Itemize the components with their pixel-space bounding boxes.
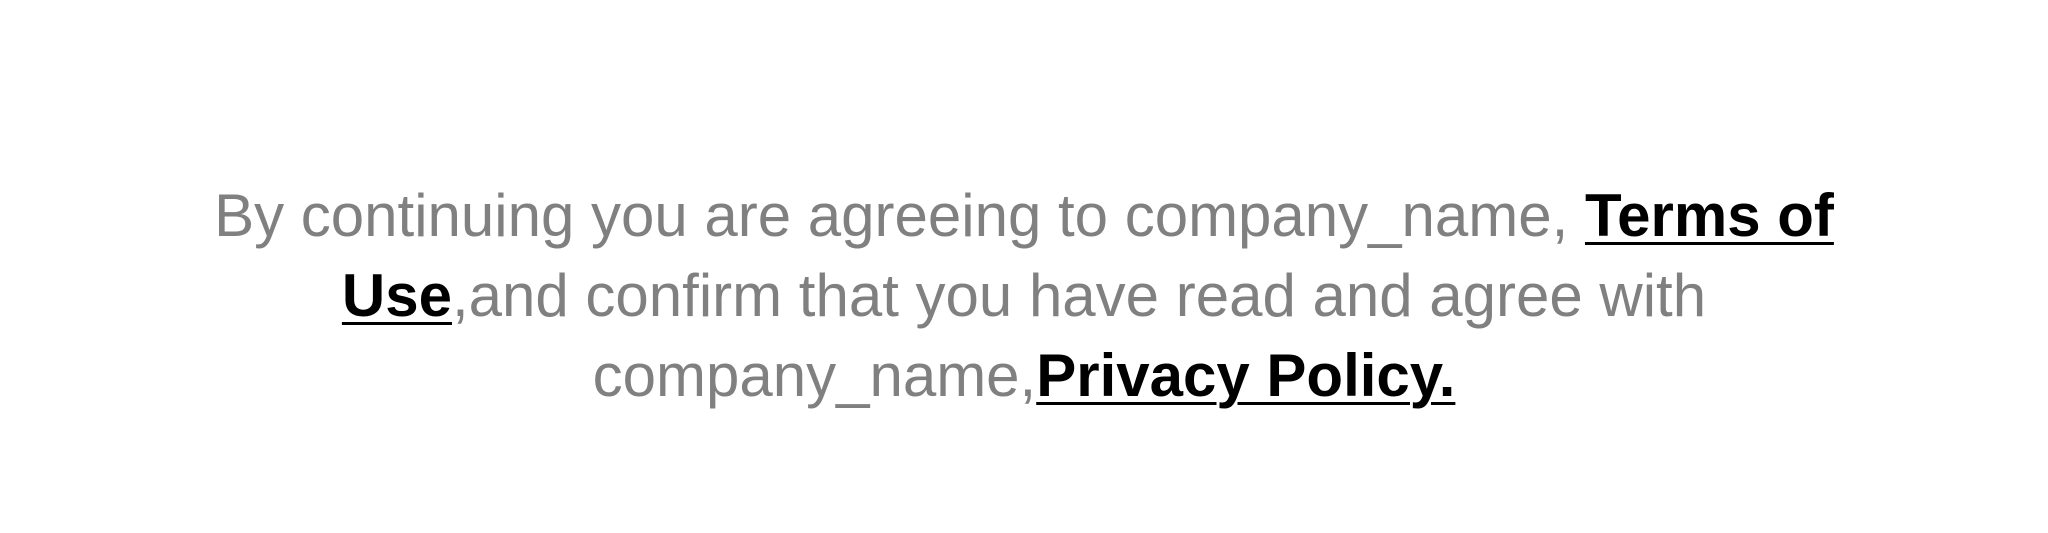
consent-text-intro: By continuing you are agreeing to compan… xyxy=(214,182,1585,249)
terms-consent-notice: By continuing you are agreeing to compan… xyxy=(0,176,2048,416)
privacy-policy-link[interactable]: Privacy Policy. xyxy=(1036,342,1455,409)
